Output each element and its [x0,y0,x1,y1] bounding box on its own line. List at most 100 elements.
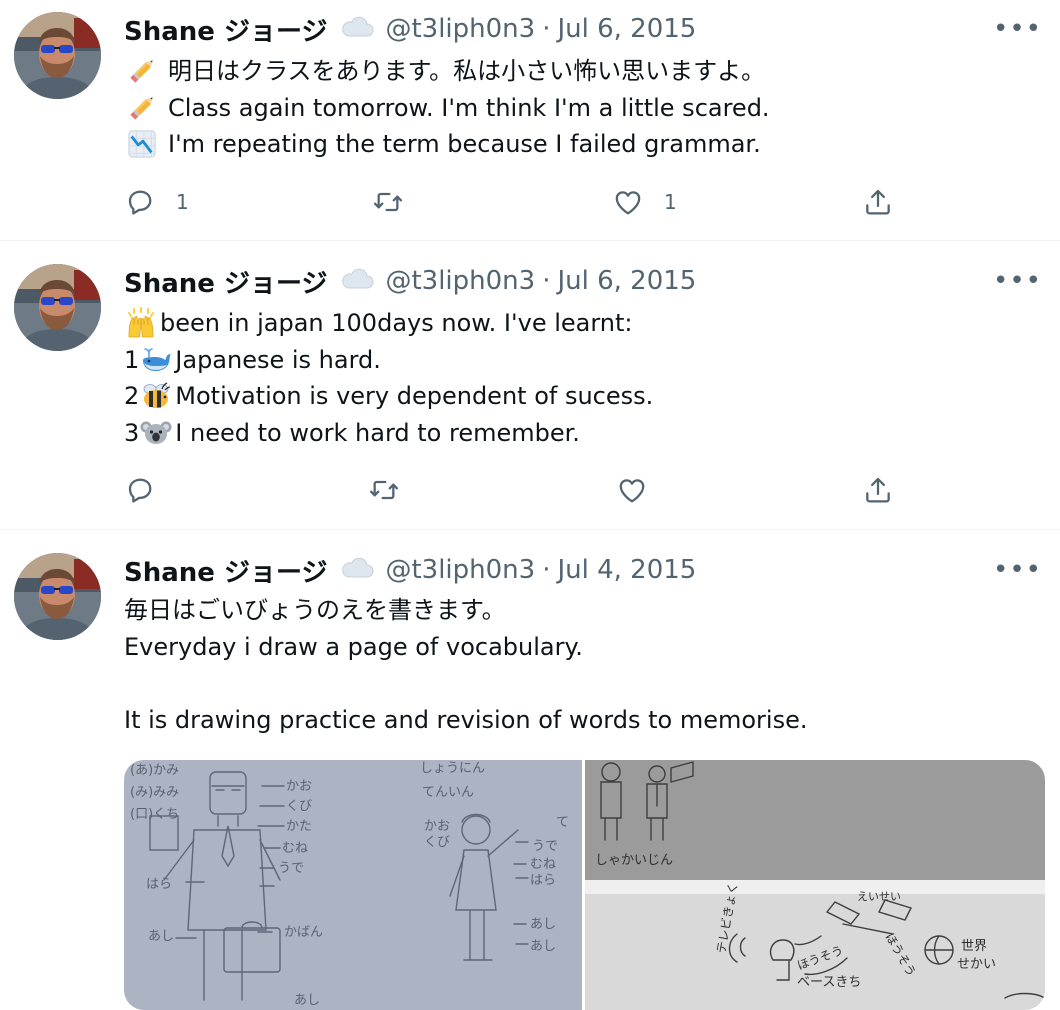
sketch-label: はら [530,873,556,888]
sketch-label: むね [530,857,556,872]
reply-count: 1 [176,190,189,214]
sketch-label: かた [286,819,312,834]
tweet-header: Shane ジョージ @t3liph0n3 · Jul 6, 2015 [124,11,696,48]
sketch-label: (口)くち [130,807,179,822]
tweet-line: It is drawing practice and revision of w… [124,705,808,734]
avatar[interactable] [14,12,101,99]
chart-decreasing-icon [124,129,160,159]
tweet-text: 明日はクラスをあります。私は小さい怖い思いますよ。 Class again to… [124,53,770,163]
tweet-header: Shane ジョージ @t3liph0n3 · Jul 6, 2015 [124,263,696,300]
koala-icon [139,418,173,448]
tweet-line: 明日はクラスをあります。私は小さい怖い思いますよ。 [168,57,766,85]
share-icon [862,186,894,218]
sketch-label: あし [530,917,556,932]
sketch-label: かお [286,779,312,794]
avatar[interactable] [14,264,101,351]
reply-button[interactable] [124,470,156,510]
sketch-label: うで [278,861,304,876]
tweet-line: I'm repeating the term because I failed … [168,130,761,158]
tweet-media: (あ)かみ (み)みみ (口)くち かお くび かた むね うで はら あし か… [124,760,1045,1010]
sketch-label: 世界 [961,939,987,954]
sketch-label: かばん [284,925,323,940]
pencil-icon [124,56,160,86]
tweet[interactable]: Shane ジョージ @t3liph0n3 · Jul 6, 2015 ••• … [0,241,1060,529]
list-number: 3 [124,418,140,447]
more-options-icon[interactable]: ••• [993,266,1042,296]
whale-icon [139,345,173,375]
sketch-label: しゃかいじん [595,853,673,868]
cloud-icon [339,264,375,299]
separator-dot: · [542,555,551,585]
author-handle[interactable]: @t3liph0n3 [385,555,535,585]
list-number: 2 [124,382,140,410]
tweet-line: Japanese is hard. [175,345,381,374]
vocabulary-sketch-photo-2[interactable]: しゃかいじん えいせい テレビきょく ほうそう ベースきち ほうそう 世界 せか… [585,760,1045,1010]
sketch-label: むね [282,841,308,856]
heart-icon [612,186,644,218]
more-options-icon[interactable]: ••• [993,555,1042,585]
tweet-line: Class again tomorrow. I'm think I'm a li… [168,93,770,122]
tweet-line: been in japan 100days now. I've learnt: [160,309,633,337]
tweet-header: Shane ジョージ @t3liph0n3 · Jul 4, 2015 [124,552,696,589]
cloud-icon [339,553,375,588]
avatar[interactable] [14,553,101,640]
sketch-label: くび [424,835,450,850]
author-handle[interactable]: @t3liph0n3 [385,266,535,296]
tweet-actions: 1 1 [124,182,1004,222]
share-button[interactable] [862,182,894,222]
sketch-label: はら [146,877,172,892]
reply-button[interactable]: 1 [124,182,189,222]
sketch-label: あし [148,929,174,944]
tweet-line: Motivation is very dependent of sucess. [175,382,654,410]
retweet-icon [368,474,400,506]
pencil-icon [124,93,160,123]
heart-icon [616,474,648,506]
more-options-icon[interactable]: ••• [993,14,1042,44]
retweet-button[interactable] [372,182,404,222]
like-button[interactable]: 1 [612,182,677,222]
author-name[interactable]: Shane ジョージ [124,552,327,589]
sketch-label: (あ)かみ [130,763,179,778]
tweet-date[interactable]: Jul 6, 2015 [557,14,696,44]
sketch-label: (み)みみ [130,785,179,800]
raised-hands-icon [124,308,158,338]
sketch-label: うで [532,839,558,854]
list-number: 1 [124,345,140,374]
author-handle[interactable]: @t3liph0n3 [385,14,535,44]
sketch-label: かお [424,819,450,834]
share-icon [862,474,894,506]
tweet-line: Everyday i draw a page of vocabulary. [124,632,583,661]
sketch-label: しょうにん [420,761,485,776]
sketch-label: せかい [957,957,996,972]
like-button[interactable] [616,470,648,510]
sketch-label: えいせい [857,890,901,903]
cloud-icon [339,12,375,47]
tweet[interactable]: Shane ジョージ @t3liph0n3 · Jul 6, 2015 ••• … [0,0,1060,240]
vocabulary-sketch-photo-1[interactable]: (あ)かみ (み)みみ (口)くち かお くび かた むね うで はら あし か… [124,760,582,1010]
tweet-date[interactable]: Jul 4, 2015 [557,555,696,585]
reply-icon [124,474,156,506]
tweet-text: 毎日はごいびょうのえを書きます。 Everyday i draw a page … [124,592,807,738]
tweet-actions [124,470,1004,510]
like-count: 1 [664,190,677,214]
reply-icon [124,186,156,218]
tweet-text: been in japan 100days now. I've learnt: … [124,305,653,451]
sketch-label: てんいん [422,785,474,800]
sketch-label: ベースきち [797,975,861,990]
tweet-date[interactable]: Jul 6, 2015 [557,266,696,296]
tweet-line: I need to work hard to remember. [175,418,580,447]
separator-dot: · [542,14,551,44]
author-name[interactable]: Shane ジョージ [124,11,327,48]
retweet-button[interactable] [368,470,400,510]
sketch-label: て [556,815,569,830]
retweet-icon [372,186,404,218]
tweet-line: 毎日はごいびょうのえを書きます。 [124,596,506,624]
share-button[interactable] [862,470,894,510]
sketch-label: くび [286,799,312,814]
sketch-label: あし [530,939,556,954]
author-name[interactable]: Shane ジョージ [124,263,327,300]
separator-dot: · [542,266,551,296]
sketch-label: あし [294,993,320,1008]
bee-icon [139,381,173,411]
